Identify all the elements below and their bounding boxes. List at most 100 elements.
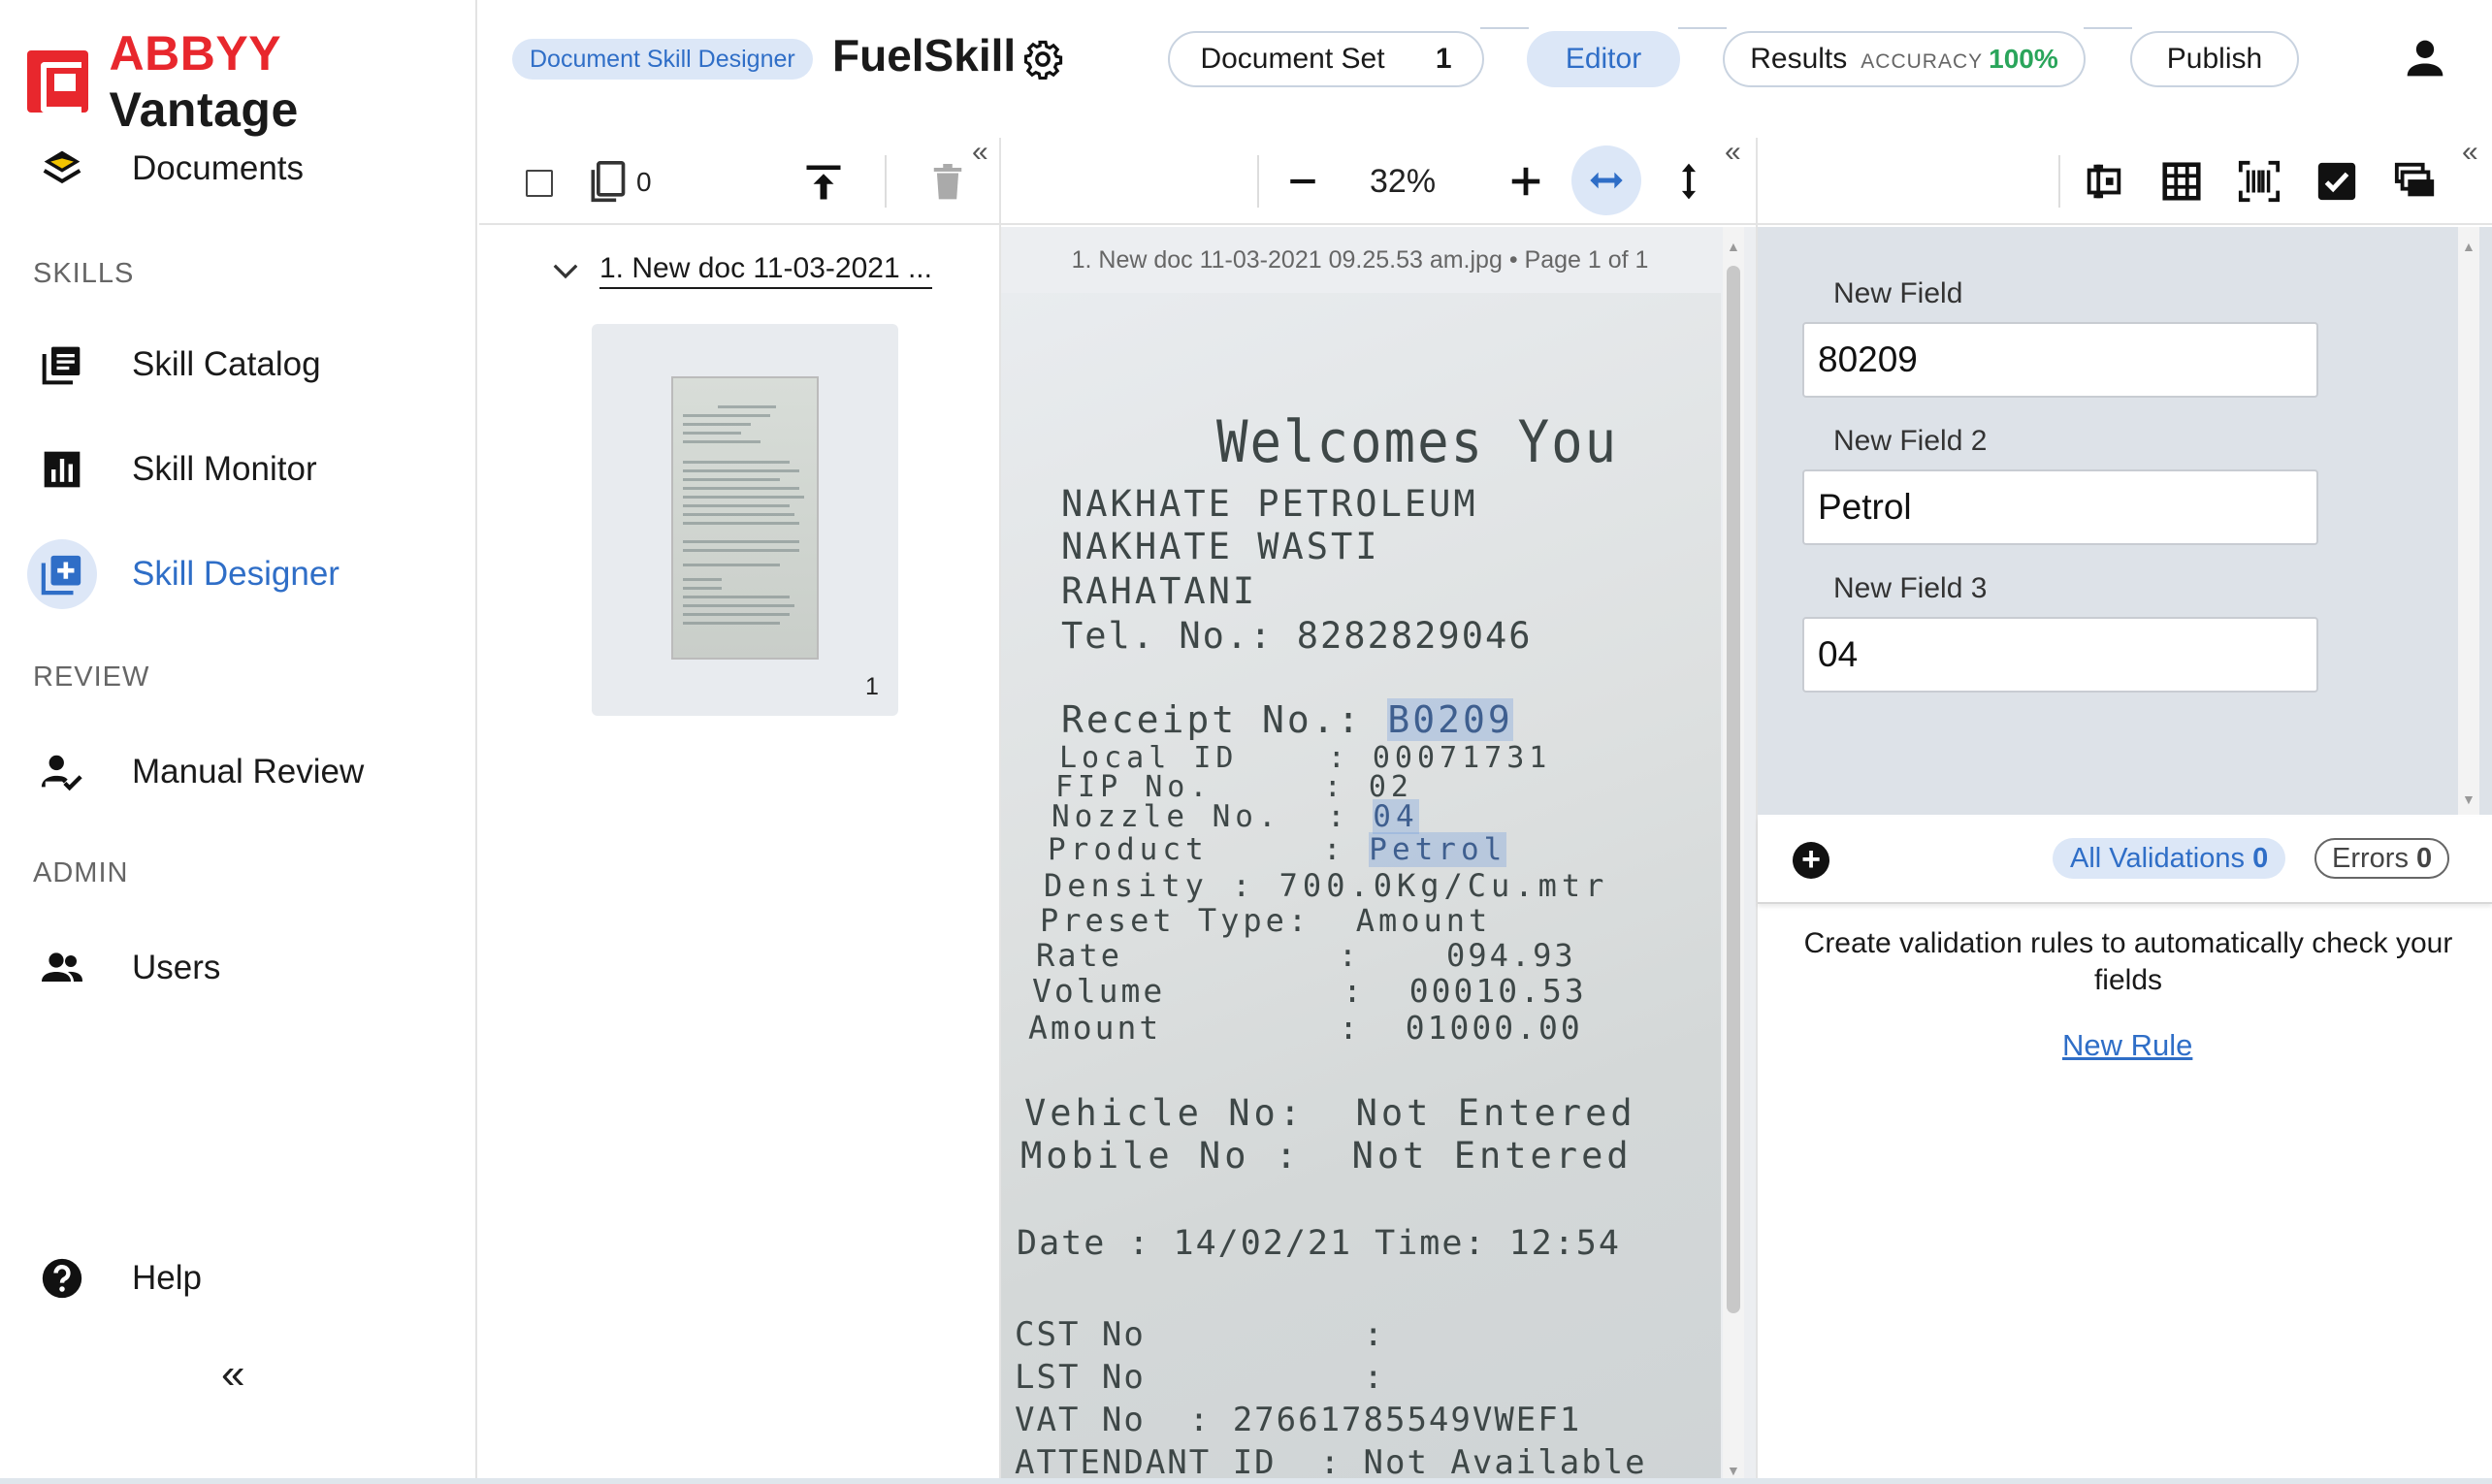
select-all-checkbox[interactable] — [526, 170, 553, 197]
step-label: Document Set — [1200, 43, 1385, 75]
validations-help-text: Create validation rules to automatically… — [1803, 927, 2453, 996]
toolbar-divider — [2058, 155, 2060, 208]
collapse-documents-pane[interactable]: « — [972, 136, 988, 169]
help-icon — [33, 1249, 91, 1307]
receipt-line: Nozzle No. : 04 — [1052, 799, 1419, 834]
receipt-line: Density : 700.0Kg/Cu.mtr — [1044, 867, 1609, 904]
step-connector — [1480, 27, 1529, 29]
documents-toolbar: 0 « — [479, 136, 999, 225]
receipt-line: LST No : — [1015, 1358, 1385, 1397]
add-box-icon — [27, 539, 97, 609]
step-results[interactable]: Results ACCURACY 100% — [1723, 31, 2086, 87]
document-set-count: 1 — [1435, 43, 1452, 75]
collapse-viewer-pane[interactable]: « — [1725, 136, 1741, 169]
brand-vantage: Vantage — [109, 82, 299, 137]
zoom-level: 32% — [1370, 163, 1437, 200]
step-publish[interactable]: Publish — [2130, 31, 2299, 87]
barcode-field-icon[interactable] — [2237, 159, 2282, 209]
sidebar-item-skill-monitor[interactable]: Skill Monitor — [0, 431, 477, 508]
document-viewer: 1. New doc 11-03-2021 09.25.53 am.jpg • … — [1001, 227, 1756, 1484]
product-highlight[interactable]: Petrol — [1369, 832, 1507, 867]
errors-tab[interactable]: Errors 0 — [2314, 838, 2450, 879]
new-rule-link[interactable]: New Rule — [2062, 1028, 2192, 1063]
user-account-icon[interactable] — [2404, 37, 2446, 80]
fit-height-icon[interactable] — [1672, 159, 1705, 209]
field-label: New Field — [1833, 277, 1963, 309]
step-document-set[interactable]: Document Set 1 — [1168, 31, 1484, 87]
receipt-line: Preset Type: Amount — [1040, 902, 1492, 939]
receipt-line: NAKHATE PETROLEUM — [1061, 483, 1478, 525]
receipt-line: Date : 14/02/21 Time: 12:54 — [1017, 1224, 1621, 1263]
viewer-caption: 1. New doc 11-03-2021 09.25.53 am.jpg • … — [1071, 246, 1649, 274]
fields-toolbar: « — [1758, 136, 2492, 225]
receipt-welcome: Welcomes You — [1216, 407, 1619, 476]
sidebar-item-label: Users — [132, 949, 221, 986]
field-input-new-field[interactable]: 80209 — [1802, 322, 2318, 398]
skill-name: FuelSkill — [832, 30, 1017, 81]
page-thumbnail-image — [671, 376, 819, 660]
zoom-in-icon[interactable] — [1507, 163, 1544, 205]
group-field-icon[interactable] — [2392, 159, 2439, 209]
field-input-new-field-2[interactable]: Petrol — [1802, 469, 2318, 545]
checkmark-field-icon[interactable] — [2314, 159, 2359, 209]
field-input-new-field-3[interactable]: 04 — [1802, 617, 2318, 693]
sidebar-item-documents[interactable]: Documents — [0, 130, 477, 208]
receipt-line: ATTENDANT ID : Not Available — [1015, 1443, 1647, 1482]
document-name-link[interactable]: 1. New doc 11-03-2021 ... — [599, 252, 932, 289]
sidebar-item-label: Help — [132, 1259, 202, 1297]
page-number: 1 — [865, 673, 879, 700]
sidebar-item-skill-catalog[interactable]: Skill Catalog — [0, 326, 477, 403]
selected-count: 0 — [636, 167, 652, 197]
sidebar-item-skill-designer[interactable]: Skill Designer — [0, 535, 477, 613]
step-editor[interactable]: Editor — [1527, 31, 1680, 87]
collapse-fields-pane[interactable]: « — [2462, 136, 2478, 169]
pages-icon — [586, 159, 629, 210]
person-check-icon — [33, 743, 91, 801]
receipt-line: Rate : 094.93 — [1036, 937, 1576, 974]
section-skills: SKILLS — [33, 258, 135, 289]
nozzle-number-highlight[interactable]: 04 — [1373, 799, 1419, 834]
accuracy-value: 100% — [1989, 44, 2058, 74]
field-label: New Field 2 — [1833, 425, 1988, 457]
upload-icon[interactable] — [803, 161, 844, 209]
receipt-line: Product : Petrol — [1048, 832, 1507, 867]
settings-gear-icon[interactable] — [1022, 39, 1063, 81]
errors-count: 0 — [2416, 843, 2433, 874]
fields-pane: New Field 80209 New Field 2 Petrol New F… — [1758, 227, 2492, 815]
viewer-scrollbar-thumb[interactable] — [1727, 266, 1740, 1313]
accuracy-label: ACCURACY — [1861, 50, 1984, 73]
receipt-line: Tel. No.: 8282829046 — [1061, 615, 1533, 657]
receipt-line: Receipt No.: B0209 — [1061, 698, 1513, 741]
text-field-icon[interactable] — [2082, 159, 2126, 209]
sidebar-item-users[interactable]: Users — [0, 929, 477, 1007]
app-logo[interactable]: ABBYY Vantage — [27, 25, 475, 138]
all-validations-tab[interactable]: All Validations 0 — [2053, 838, 2286, 879]
receipt-number-highlight[interactable]: B0209 — [1387, 698, 1513, 741]
delete-icon[interactable] — [929, 161, 966, 209]
fields-scrollbar[interactable]: ▲ ▼ — [2458, 227, 2479, 815]
viewer-scrollbar[interactable]: ▲ ▼ — [1723, 227, 1744, 1484]
all-validations-count: 0 — [2252, 843, 2269, 874]
sidebar-item-label: Documents — [132, 149, 305, 187]
page-thumbnail-card[interactable]: 1 — [592, 324, 898, 716]
toolbar-divider — [885, 155, 887, 208]
receipt-line: CST No : — [1015, 1315, 1385, 1354]
receipt-image[interactable]: Welcomes You NAKHATE PETROLEUM NAKHATE W… — [1001, 293, 1721, 1484]
section-admin: ADMIN — [33, 857, 129, 888]
chevron-down-icon[interactable] — [551, 260, 580, 288]
fit-width-button[interactable] — [1571, 145, 1641, 215]
catalog-icon — [33, 336, 91, 394]
toolbar-divider — [1257, 155, 1259, 208]
collapse-sidebar-button[interactable]: « — [221, 1350, 244, 1399]
zoom-out-icon[interactable] — [1286, 165, 1319, 203]
table-field-icon[interactable] — [2159, 159, 2204, 209]
receipt-line: NAKHATE WASTI — [1061, 526, 1380, 567]
sidebar-item-help[interactable]: Help — [0, 1240, 477, 1317]
layers-icon — [33, 140, 91, 198]
sidebar: ABBYY Vantage Documents SKILLS Skill Cat… — [0, 0, 477, 1484]
add-validation-icon[interactable]: + — [1793, 842, 1829, 879]
sidebar-item-manual-review[interactable]: Manual Review — [0, 733, 477, 811]
designer-type-badge: Document Skill Designer — [512, 39, 813, 80]
step-label: Editor — [1565, 43, 1642, 75]
step-label: Publish — [2166, 43, 2263, 75]
